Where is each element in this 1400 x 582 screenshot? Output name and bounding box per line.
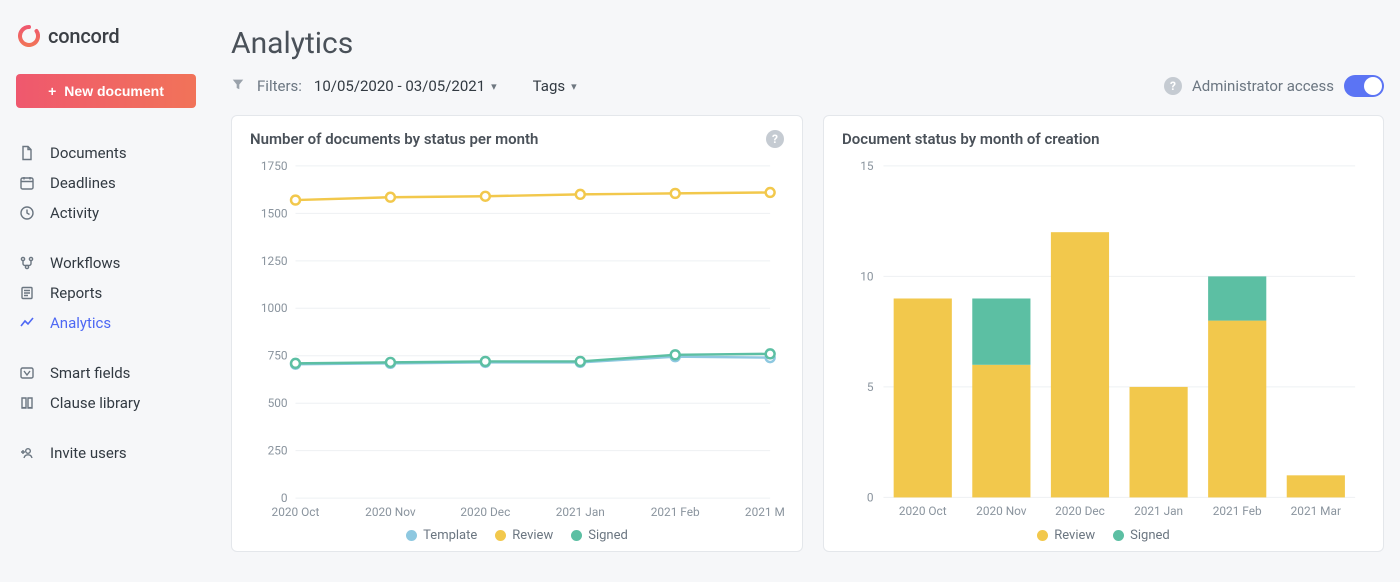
page-title: Analytics	[231, 26, 1384, 61]
svg-text:10: 10	[860, 269, 873, 283]
legend-label: Review	[512, 528, 553, 543]
help-icon[interactable]: ?	[766, 130, 784, 148]
panel-title: Number of documents by status per month	[250, 130, 538, 148]
legend-item: Review	[1037, 528, 1095, 543]
sidebar-item-reports[interactable]: Reports	[16, 278, 199, 308]
legend-swatch	[1113, 530, 1124, 541]
admin-access-label: Administrator access	[1192, 77, 1334, 95]
admin-access-toggle[interactable]	[1344, 75, 1384, 97]
date-range-filter[interactable]: 10/05/2020 - 03/05/2021 ▾	[314, 77, 497, 95]
chart-legend: Template Review Signed	[250, 528, 784, 543]
legend-swatch	[1037, 530, 1048, 541]
sidebar-item-documents[interactable]: Documents	[16, 138, 199, 168]
svg-text:2020 Oct: 2020 Oct	[272, 505, 320, 519]
filters-bar: Filters: 10/05/2020 - 03/05/2021 ▾ Tags …	[231, 75, 1384, 97]
svg-text:250: 250	[268, 444, 288, 458]
new-document-button[interactable]: + New document	[16, 74, 196, 108]
filters-label: Filters:	[257, 77, 302, 95]
sidebar-item-label: Clause library	[50, 394, 140, 412]
bar-chart: 0 5 10 15 2020 Oct 2020 Nov 2020 Dec 2021 Jan 20…	[842, 156, 1365, 522]
svg-text:2021 Feb: 2021 Feb	[651, 505, 700, 519]
clock-icon	[18, 205, 36, 221]
sidebar-item-workflows[interactable]: Workflows	[16, 248, 199, 278]
svg-text:2020 Nov: 2020 Nov	[365, 505, 416, 519]
svg-text:2021 Jan: 2021 Jan	[1134, 504, 1183, 518]
sidebar-item-invite-users[interactable]: Invite users	[16, 438, 199, 468]
sidebar-nav: Documents Deadlines Activity Workflows	[16, 138, 199, 488]
svg-text:1750: 1750	[261, 159, 288, 173]
date-range-value: 10/05/2020 - 03/05/2021	[314, 77, 485, 95]
sidebar-item-label: Invite users	[50, 444, 127, 462]
plus-icon: +	[48, 83, 56, 99]
svg-text:1000: 1000	[261, 301, 288, 315]
brand-mark-icon	[18, 25, 40, 47]
toggle-knob	[1364, 77, 1382, 95]
svg-text:2020 Dec: 2020 Dec	[460, 505, 510, 519]
svg-text:2021 Mar: 2021 Mar	[745, 505, 784, 519]
branch-icon	[18, 255, 36, 271]
legend-item: Signed	[1113, 528, 1170, 543]
legend-label: Template	[423, 528, 477, 543]
svg-text:750: 750	[268, 349, 288, 363]
panel-documents-by-status: Number of documents by status per month …	[231, 115, 803, 552]
caret-down-icon: ▾	[491, 80, 497, 93]
library-icon	[18, 395, 36, 411]
panel-status-by-month: Document status by month of creation 0 5 1…	[823, 115, 1384, 552]
svg-text:2021 Jan: 2021 Jan	[556, 505, 605, 519]
sidebar-item-label: Deadlines	[50, 174, 116, 192]
svg-text:0: 0	[281, 491, 288, 505]
panel-title: Document status by month of creation	[842, 130, 1100, 148]
main-content: Analytics Filters: 10/05/2020 - 03/05/20…	[215, 0, 1400, 582]
filter-icon	[231, 77, 245, 95]
legend-item: Signed	[571, 528, 628, 543]
legend-swatch	[495, 530, 506, 541]
calendar-icon	[18, 175, 36, 191]
svg-text:2020 Oct: 2020 Oct	[899, 504, 947, 518]
smart-fields-icon	[18, 365, 36, 381]
tags-filter[interactable]: Tags ▾	[533, 77, 577, 95]
svg-text:2020 Dec: 2020 Dec	[1055, 504, 1105, 518]
svg-text:2021 Feb: 2021 Feb	[1213, 504, 1262, 518]
svg-text:1250: 1250	[261, 254, 288, 268]
legend-item: Template	[406, 528, 477, 543]
sidebar-item-label: Activity	[50, 204, 99, 222]
new-document-label: New document	[64, 83, 164, 99]
legend-label: Signed	[588, 528, 628, 543]
document-icon	[18, 145, 36, 161]
tags-label: Tags	[533, 77, 565, 95]
svg-text:15: 15	[860, 159, 874, 173]
help-icon[interactable]: ?	[1164, 77, 1182, 95]
sidebar-item-smart-fields[interactable]: Smart fields	[16, 358, 199, 388]
svg-text:0: 0	[867, 490, 874, 504]
brand-name: concord	[48, 24, 119, 48]
svg-text:5: 5	[867, 380, 874, 394]
reports-icon	[18, 285, 36, 301]
svg-text:500: 500	[268, 396, 288, 410]
legend-swatch	[406, 530, 417, 541]
sidebar-item-label: Workflows	[50, 254, 120, 272]
legend-label: Signed	[1130, 528, 1170, 543]
sidebar-item-label: Reports	[50, 284, 102, 302]
caret-down-icon: ▾	[571, 80, 577, 93]
sidebar-item-activity[interactable]: Activity	[16, 198, 199, 228]
legend-swatch	[571, 530, 582, 541]
sidebar: concord + New document Documents Deadlin…	[0, 0, 215, 582]
svg-text:1500: 1500	[261, 206, 288, 220]
sidebar-item-clause-library[interactable]: Clause library	[16, 388, 199, 418]
svg-text:2020 Nov: 2020 Nov	[976, 504, 1027, 518]
sidebar-item-label: Smart fields	[50, 364, 130, 382]
svg-text:2021 Mar: 2021 Mar	[1291, 504, 1341, 518]
line-chart: 0 250 500 750 1000 1250 1500 1750 2020 Oct 2020 N…	[250, 156, 784, 522]
legend-label: Review	[1054, 528, 1095, 543]
legend-item: Review	[495, 528, 553, 543]
chart-legend: Review Signed	[842, 528, 1365, 543]
sidebar-item-label: Analytics	[50, 314, 111, 332]
invite-user-icon	[18, 445, 36, 461]
sidebar-item-deadlines[interactable]: Deadlines	[16, 168, 199, 198]
sidebar-item-label: Documents	[50, 144, 127, 162]
analytics-icon	[18, 315, 36, 331]
sidebar-item-analytics[interactable]: Analytics	[16, 308, 199, 338]
brand-logo: concord	[18, 24, 199, 48]
